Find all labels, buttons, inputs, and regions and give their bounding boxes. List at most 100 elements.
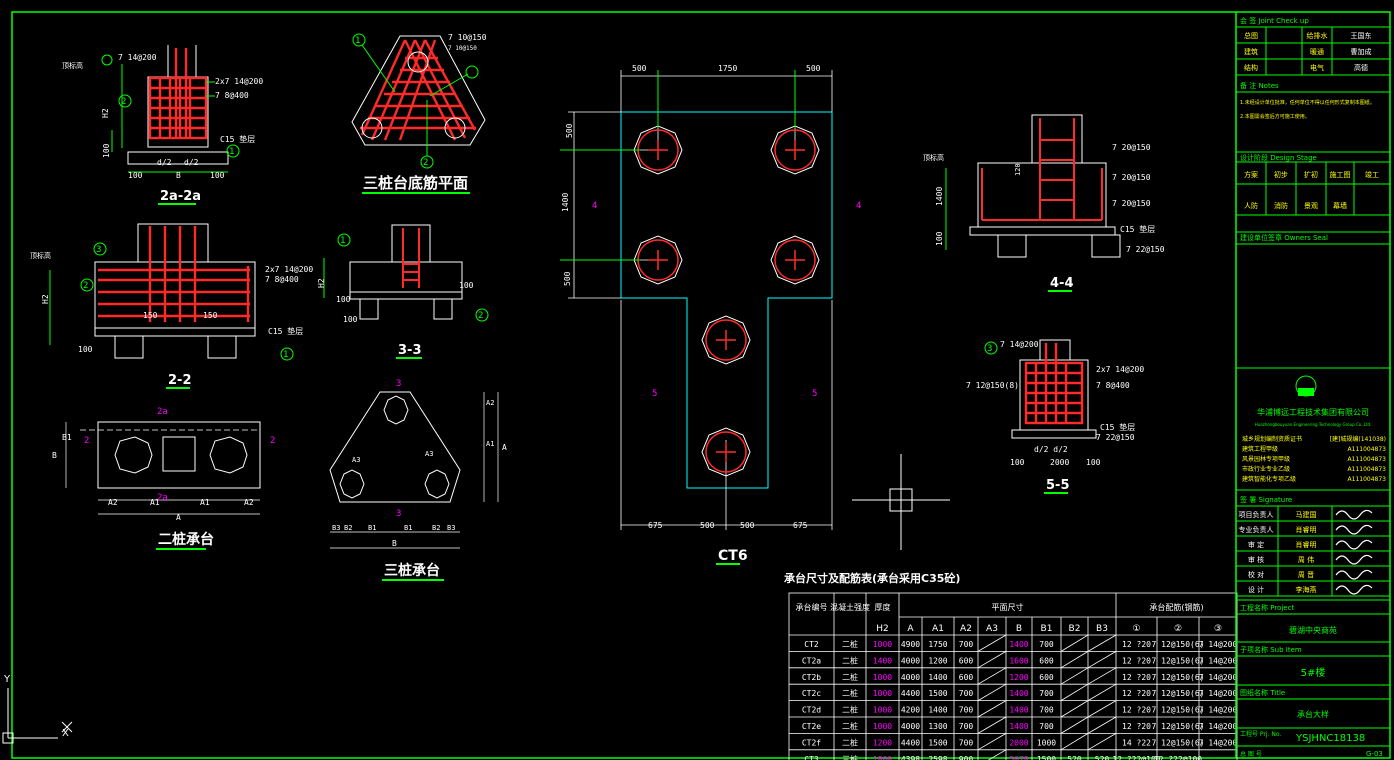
table-cell: 700 (959, 706, 974, 715)
bar-label: 7 20@150 (1112, 199, 1151, 208)
table-cell: 7 14@200 (1199, 656, 1238, 665)
dim-text: d/2 (184, 158, 199, 167)
qualification-value: A111004873 (1348, 466, 1387, 473)
marker-1: 1 (283, 350, 288, 360)
section-header: 设计阶段 Design Stage (1240, 153, 1317, 162)
cad-drawing-canvas: Y X 2 1 7 14@200 2x7 14@200 7 8@400 C15 … (2, 11, 1391, 760)
stage-cell: 幕墙 (1333, 201, 1347, 210)
dim-text: H2 (317, 278, 326, 288)
sign-role: 审 核 (1248, 555, 1264, 564)
table-cell: 700 (959, 722, 974, 731)
ucs-icon: Y X (2, 674, 73, 744)
subitem-name: 5#楼 (1301, 666, 1326, 679)
handwritten-signature (1335, 539, 1373, 550)
check-cell: 暖通 (1310, 47, 1324, 56)
handwritten-signature (1335, 524, 1373, 535)
dim-text: 675 (793, 521, 808, 530)
table-cell: 12 ?20 (1122, 689, 1151, 698)
table-cell: CT2 (804, 640, 819, 649)
bar-label: 7 8@400 (1096, 381, 1130, 390)
table-cell: 700 (1039, 722, 1054, 731)
table-cell: 1000 (873, 722, 892, 731)
check-cell: 总图 (1244, 31, 1258, 40)
table-cell: 1400 (1009, 706, 1028, 715)
table-subheader: B1 (1041, 624, 1053, 634)
table-cell: 520 (1067, 755, 1082, 760)
table-cell: CT2d (802, 706, 821, 715)
table-cell: 1000 (873, 640, 892, 649)
table-cell: 2598 (928, 755, 947, 760)
qualification-value: A111004873 (1348, 476, 1387, 483)
dim-text: H2 (41, 294, 50, 304)
bar-label: 7 14@200 (118, 53, 157, 62)
check-cell: 王国东 (1351, 31, 1372, 40)
check-cell: 曹加成 (1351, 47, 1372, 56)
bar-label: 2x7 14@200 (215, 77, 263, 86)
table-subheader: B2 (1069, 624, 1081, 634)
check-cell: 给排水 (1307, 31, 1328, 40)
dim-text: 100 (935, 231, 944, 246)
plan-two-pile-cap: A2 A1 A1 A2 A B B1 2 2 2a 2a 二桩承台 (52, 407, 275, 550)
dim-text: A2 (108, 498, 118, 507)
dim-text: B3 (447, 524, 455, 532)
bar-label: 7 8@400 (265, 275, 299, 284)
table-header: 厚度 (875, 602, 891, 612)
table-cell: 二桩 (842, 737, 858, 747)
section-header: 工程号 Prj. No. (1240, 730, 1281, 738)
qualification-label: 建筑智能化专项乙级 (1242, 475, 1296, 483)
table-header: 承台编号 (796, 602, 828, 612)
qualification-value: [建]城规编(141038) (1330, 435, 1386, 443)
section-mark: 3 (396, 509, 401, 519)
table-cell: 700 (1039, 640, 1054, 649)
drawing-title: 5-5 (1046, 478, 1070, 493)
dim-text: 100 (459, 281, 474, 290)
qualification-label: 城乡规划编制资质证书 (1242, 435, 1302, 443)
dim-text: 500 (632, 64, 647, 73)
marker-2: 2 (423, 158, 428, 168)
bar-label: 2x7 14@200 (265, 265, 313, 274)
section-2a-2a: 2 1 7 14@200 2x7 14@200 7 8@400 C15 垫层 顶… (62, 45, 263, 205)
table-cell: 1200 (873, 738, 892, 747)
section-2-2: 3 2 1 2x7 14@200 7 8@400 C15 垫层 顶标高 150 … (30, 223, 313, 389)
section-header: 签 署 Signature (1240, 495, 1292, 504)
plan-three-pile-cap: B3 B2 B1 B1 B2 B3 B A A1 A2 A3 A3 3 3 三桩… (329, 379, 507, 581)
dim-text: 100 (1010, 458, 1025, 467)
qualification-value: A111004873 (1348, 446, 1387, 453)
table-cell: 7 14@200 (1199, 706, 1238, 715)
section-header: 子项名称 Sub Item (1240, 645, 1302, 654)
project-number: YSJHNC18138 (1295, 733, 1365, 744)
marker-2: 2 (83, 281, 88, 291)
dim-text: B2 (344, 524, 352, 532)
bar-label: 7 10@150 (448, 45, 477, 52)
dim-text: H2 (101, 108, 110, 118)
table-cell: CT2a (802, 656, 821, 665)
bar-label: 7 8@400 (215, 91, 249, 100)
dim-text: A1 (200, 498, 210, 507)
section-mark: 5 (812, 389, 817, 399)
table-subheader: A (907, 624, 914, 634)
table-cell: 1600 (1009, 656, 1028, 665)
drawing-title: CT6 (718, 548, 748, 564)
sign-name: 马建国 (1296, 510, 1317, 519)
table-cell: 4400 (901, 689, 920, 698)
stage-cell: 人防 (1244, 201, 1258, 210)
dim-text: 150 (143, 311, 158, 320)
dim-text: B2 (432, 524, 440, 532)
dim-text: 2000 (1050, 458, 1069, 467)
sign-name: 肖睿明 (1296, 525, 1317, 534)
dim-text: 100 (336, 295, 351, 304)
sign-role: 校 对 (1248, 570, 1264, 579)
table-cell: 1400 (1009, 722, 1028, 731)
table-cell: 600 (959, 656, 974, 665)
dim-text: 100 (210, 171, 225, 180)
dim-text: B (392, 539, 397, 548)
company-logo-icon (1298, 388, 1314, 396)
dim-text: d/2 d/2 (1034, 445, 1068, 454)
dim-text: B3 (332, 524, 340, 532)
dim-text: 1750 (718, 64, 737, 73)
sign-name: 周 晋 (1298, 571, 1314, 579)
qualification-label: 市政行业专业乙级 (1242, 465, 1290, 473)
note-text: 1.未经设计单位批准，任何单位不得以任何形式复制本图纸。 (1240, 99, 1375, 106)
table-cell: 二桩 (842, 705, 858, 715)
bar-label: 7 10@150 (448, 33, 487, 42)
